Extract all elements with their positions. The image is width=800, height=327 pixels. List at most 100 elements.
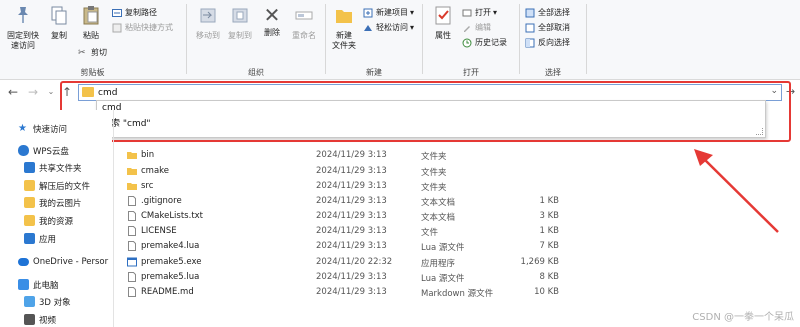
nav-label: 此电脑	[33, 280, 59, 291]
copy-path-label: 复制路径	[125, 8, 157, 17]
file-date: 2024/11/29 3:13	[316, 196, 387, 206]
folder-icon	[24, 215, 35, 226]
recent-locations-button[interactable]: ⌄	[44, 85, 58, 99]
select-none-label: 全部取消	[538, 23, 570, 32]
pc-icon	[18, 279, 29, 290]
file-type: 文件夹	[421, 152, 447, 162]
file-date: 2024/11/29 3:13	[316, 272, 387, 282]
file-name: bin	[141, 150, 155, 160]
shared-folder-icon	[24, 162, 35, 173]
nav-label: 解压后的文件	[39, 181, 91, 192]
select-all-icon	[525, 8, 535, 17]
nav-label: 我的云图片	[39, 198, 82, 209]
file-row[interactable]: premake5.lua 2024/11/29 3:13 Lua 源文件 8 K…	[126, 270, 566, 285]
file-row[interactable]: CMakeLists.txt 2024/11/29 3:13 文本文档 3 KB	[126, 209, 566, 224]
select-group-label: 选择	[545, 68, 561, 77]
watermark: CSDN @一拳一个呆瓜	[692, 312, 794, 323]
organize-group-label: 组织	[248, 68, 264, 77]
star-icon: ★	[18, 123, 27, 134]
nav-label: 视频	[39, 315, 57, 326]
copy-to-button[interactable]: 复制到	[224, 4, 256, 41]
document-icon	[128, 287, 136, 297]
forward-button[interactable]: →	[26, 85, 40, 99]
open-icon	[462, 9, 472, 16]
copy-button[interactable]: 复制	[46, 4, 72, 41]
copy-to-label: 复制到	[228, 31, 252, 40]
nav-item-videos[interactable]: 视频	[24, 311, 136, 327]
nav-item-my-resources[interactable]: 我的资源	[24, 212, 136, 229]
paste-shortcut-button[interactable]: 粘贴快捷方式	[112, 21, 173, 34]
copy-path-button[interactable]: 复制路径	[112, 6, 157, 19]
paste-icon	[83, 6, 99, 25]
properties-icon	[435, 6, 451, 25]
file-type: 文件	[421, 228, 439, 238]
pin-icon	[18, 7, 28, 23]
file-date: 2024/11/20 22:32	[316, 257, 393, 267]
file-row[interactable]: .gitignore 2024/11/29 3:13 文本文档 1 KB	[126, 194, 566, 209]
file-row[interactable]: premake4.lua 2024/11/29 3:13 Lua 源文件 7 K…	[126, 239, 566, 254]
nav-item-cloud-pictures[interactable]: 我的云图片	[24, 194, 136, 211]
copy-path-icon	[112, 8, 122, 17]
rename-button[interactable]: 重命名	[288, 4, 320, 41]
file-size: 8 KB	[539, 272, 559, 282]
edit-icon	[464, 25, 470, 32]
file-row[interactable]: bin 2024/11/29 3:13 文件夹	[126, 148, 566, 163]
open-button[interactable]: 打开 ▾	[462, 6, 497, 19]
nav-item-apps[interactable]: 应用	[24, 230, 136, 247]
paste-shortcut-label: 粘贴快捷方式	[125, 23, 173, 32]
new-item-button[interactable]: 新建项目 ▾	[363, 6, 414, 19]
properties-button[interactable]: 属性	[430, 4, 456, 41]
cut-label: 剪切	[91, 48, 107, 57]
nav-label: 我的资源	[39, 216, 74, 227]
invert-selection-button[interactable]: 反向选择	[525, 36, 570, 49]
select-none-button[interactable]: 全部取消	[525, 21, 570, 34]
cut-button[interactable]: ✂ 剪切	[78, 46, 107, 59]
folder-icon	[24, 180, 35, 191]
ribbon-divider	[325, 4, 326, 74]
file-name: LICENSE	[141, 226, 177, 236]
delete-label: 删除	[264, 28, 280, 37]
file-type: Markdown 源文件	[421, 289, 494, 299]
file-date: 2024/11/29 3:13	[316, 211, 387, 221]
pane-divider[interactable]	[113, 110, 114, 327]
pin-quick-access-button[interactable]: 固定到快 速访问	[4, 4, 42, 51]
nav-item-shared-folder[interactable]: 共享文件夹	[24, 159, 136, 176]
nav-label: OneDrive - Persor	[33, 256, 109, 267]
document-icon	[128, 226, 136, 236]
edit-button[interactable]: 编辑	[462, 21, 491, 34]
move-to-button[interactable]: 移动到	[192, 4, 224, 41]
ribbon: 固定到快 速访问 复制 粘贴 复制路径 粘贴快捷方式 ✂ 剪切 剪贴板 移动到 …	[0, 0, 800, 80]
nav-label: 快速访问	[33, 124, 68, 135]
paste-button[interactable]: 粘贴	[78, 4, 104, 41]
file-explorer-window: 固定到快 速访问 复制 粘贴 复制路径 粘贴快捷方式 ✂ 剪切 剪贴板 移动到 …	[0, 0, 800, 327]
nav-item-extracted[interactable]: 解压后的文件	[24, 177, 136, 194]
select-all-button[interactable]: 全部选择	[525, 6, 570, 19]
easy-access-icon	[364, 24, 372, 31]
nav-label: 应用	[39, 234, 57, 245]
invert-selection-label: 反向选择	[538, 38, 570, 47]
file-size: 10 KB	[534, 287, 559, 297]
paste-label: 粘贴	[83, 31, 99, 40]
rename-icon	[295, 11, 313, 20]
clipboard-group-label: 剪贴板	[80, 68, 105, 77]
file-type: 文件夹	[421, 168, 447, 178]
easy-access-label: 轻松访问	[376, 23, 408, 32]
nav-item-3d-objects[interactable]: 3D 对象	[24, 293, 136, 310]
file-row[interactable]: src 2024/11/29 3:13 文件夹	[126, 179, 566, 194]
file-row[interactable]: premake5.exe 2024/11/20 22:32 应用程序 1,269…	[126, 255, 566, 270]
delete-button[interactable]: ✕ 删除	[260, 4, 284, 38]
select-none-icon	[525, 23, 535, 32]
new-folder-button[interactable]: 新建 文件夹	[329, 4, 359, 51]
file-date: 2024/11/29 3:13	[316, 181, 387, 191]
easy-access-button[interactable]: 轻松访问 ▾	[363, 21, 414, 34]
back-button[interactable]: ←	[6, 85, 20, 99]
history-button[interactable]: 历史记录	[462, 36, 507, 49]
file-size: 1 KB	[539, 196, 559, 206]
file-size: 1 KB	[539, 226, 559, 236]
organize-group: 移动到 复制到 ✕ 删除 重命名 组织	[188, 0, 324, 80]
file-row[interactable]: LICENSE 2024/11/29 3:13 文件 1 KB	[126, 224, 566, 239]
file-row[interactable]: README.md 2024/11/29 3:13 Markdown 源文件 1…	[126, 285, 566, 300]
file-name: premake5.exe	[141, 257, 202, 267]
arrow-right-icon: →	[27, 85, 39, 99]
file-row[interactable]: cmake 2024/11/29 3:13 文件夹	[126, 164, 566, 179]
